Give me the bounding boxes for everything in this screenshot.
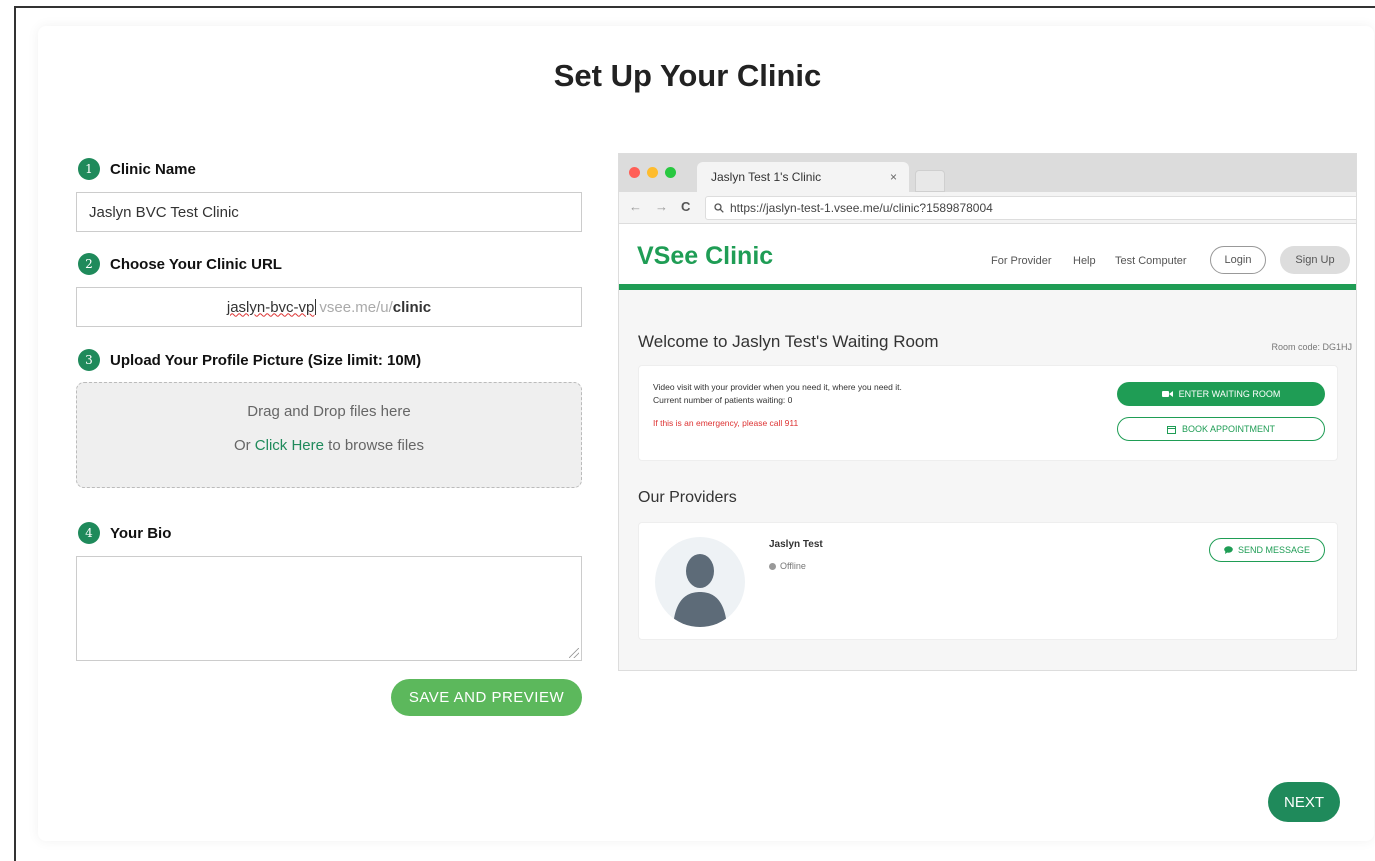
dropzone-instructions: Drag and Drop files here [247, 403, 411, 420]
step-clinic-url: 2 Choose Your Clinic URL [78, 253, 282, 275]
nav-test-computer: Test Computer [1115, 255, 1187, 267]
visit-description: Video visit with your provider when you … [653, 382, 902, 392]
close-window-icon [629, 167, 640, 178]
search-icon [714, 203, 724, 213]
vsee-clinic-logo: VSee Clinic [637, 242, 774, 270]
nav-help: Help [1073, 255, 1096, 267]
book-appointment-label: BOOK APPOINTMENT [1181, 424, 1275, 434]
step-label: Choose Your Clinic URL [110, 255, 282, 273]
provider-status-label: Offline [780, 561, 806, 571]
text-cursor [315, 299, 317, 315]
provider-name: Jaslyn Test [769, 539, 823, 550]
address-bar: https://jaslyn-test-1.vsee.me/u/clinic?1… [705, 196, 1356, 220]
login-button: Login [1210, 246, 1266, 274]
emergency-notice: If this is an emergency, please call 911 [653, 418, 799, 428]
clinic-name-input[interactable]: Jaslyn BVC Test Clinic [76, 192, 582, 232]
chat-bubble-icon [1224, 546, 1233, 554]
back-arrow-icon: ← [629, 199, 642, 214]
enter-waiting-room-label: ENTER WAITING ROOM [1178, 389, 1281, 399]
forward-arrow-icon: → [655, 199, 668, 214]
nav-for-provider: For Provider [991, 255, 1052, 267]
bio-textarea[interactable] [76, 556, 582, 661]
waiting-room-card: Video visit with your provider when you … [638, 365, 1338, 461]
page-title: Set Up Your Clinic [553, 58, 822, 93]
book-appointment-button: BOOK APPOINTMENT [1117, 417, 1325, 441]
browser-tab: Jaslyn Test 1's Clinic × [697, 162, 909, 192]
browse-suffix: to browse files [323, 437, 425, 454]
person-silhouette-icon [673, 554, 727, 627]
maximize-window-icon [665, 167, 676, 178]
new-tab-icon [915, 170, 945, 192]
tab-close-icon: × [889, 170, 897, 184]
step-label: Your Bio [110, 524, 172, 542]
video-camera-icon [1161, 391, 1173, 397]
clinic-url-value: jaslyn-bvc-vp [226, 298, 315, 316]
enter-waiting-room-button: ENTER WAITING ROOM [1117, 382, 1325, 406]
step-label: Upload Your Profile Picture (Size limit:… [110, 351, 422, 369]
file-dropzone[interactable]: Drag and Drop files here Or Click Here t… [76, 382, 582, 488]
welcome-heading: Welcome to Jaslyn Test's Waiting Room [638, 332, 939, 351]
provider-status: Offline [769, 561, 806, 571]
clinic-preview: Jaslyn Test 1's Clinic × ← → C https://j… [618, 153, 1357, 671]
send-message-label: SEND MESSAGE [1237, 545, 1311, 555]
step-number-3: 3 [78, 349, 100, 371]
step-number-1: 1 [78, 158, 100, 180]
clinic-site: VSee Clinic For Provider Help Test Compu… [619, 224, 1356, 670]
resize-handle-icon[interactable] [569, 648, 579, 658]
step-profile-picture: 3 Upload Your Profile Picture (Size limi… [78, 349, 421, 371]
step-label: Clinic Name [110, 160, 196, 178]
address-url: https://jaslyn-test-1.vsee.me/u/clinic?1… [730, 201, 993, 215]
reload-icon: C [681, 199, 691, 214]
step-number-2: 2 [78, 253, 100, 275]
browse-prefix: Or [233, 437, 255, 454]
next-button[interactable]: NEXT [1268, 782, 1340, 822]
clinic-name-value: Jaslyn BVC Test Clinic [89, 203, 239, 221]
offline-status-icon [769, 562, 776, 570]
url-domain: vsee.me/u/ [319, 298, 393, 316]
save-and-preview-button[interactable]: SAVE AND PREVIEW [391, 679, 582, 716]
step-bio: 4 Your Bio [78, 522, 171, 544]
signup-button: Sign Up [1280, 246, 1350, 274]
dropzone-browse-line: Or Click Here to browse files [77, 437, 581, 454]
providers-heading: Our Providers [638, 489, 737, 506]
patients-waiting: Current number of patients waiting: 0 [653, 395, 793, 405]
tab-title: Jaslyn Test 1's Clinic [711, 170, 822, 184]
browse-files-link[interactable]: Click Here [255, 437, 324, 454]
site-header: VSee Clinic For Provider Help Test Compu… [619, 224, 1356, 290]
avatar [655, 537, 745, 627]
calendar-icon [1166, 425, 1176, 434]
step-clinic-name: 1 Clinic Name [78, 158, 196, 180]
clinic-url-input[interactable]: jaslyn-bvc-vp vsee.me/u/clinic [76, 287, 582, 327]
step-number-4: 4 [78, 522, 100, 544]
browser-tab-bar: Jaslyn Test 1's Clinic × [619, 154, 1356, 192]
room-code: Room code: DG1HJ [1271, 342, 1352, 352]
address-row: ← → C https://jaslyn-test-1.vsee.me/u/cl… [619, 192, 1356, 224]
provider-card: Jaslyn Test Offline SEND MESSAGE [638, 522, 1338, 640]
send-message-button: SEND MESSAGE [1209, 538, 1325, 562]
minimize-window-icon [647, 167, 658, 178]
url-path: clinic [392, 298, 432, 316]
